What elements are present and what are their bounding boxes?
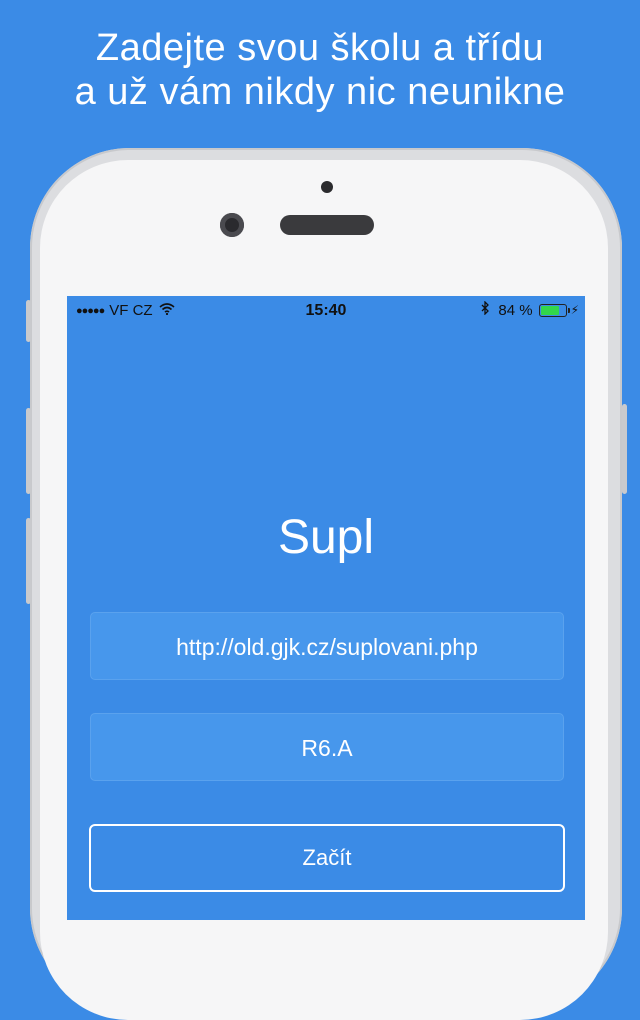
promo-line-2: a už vám nikdy nic neunikne <box>74 71 566 113</box>
volume-down-button <box>26 518 31 604</box>
charging-bolt-icon: ⚡ <box>570 303 579 317</box>
promo-line-1: Zadejte svou školu a třídu <box>95 27 545 69</box>
battery-cap <box>567 307 570 313</box>
power-button <box>622 404 627 494</box>
status-right: 84 % ⚡ <box>481 300 579 319</box>
volume-up-button <box>26 408 31 494</box>
battery-percentage: 84 % <box>498 301 533 319</box>
earpiece-speaker <box>280 215 374 235</box>
start-button[interactable]: Začít <box>89 824 565 892</box>
front-camera-icon <box>220 213 244 237</box>
battery-icon <box>538 303 570 317</box>
bluetooth-icon <box>481 300 490 319</box>
promo-headline: Zadejte svou školu a třídu a už vám nikd… <box>0 26 640 114</box>
mute-switch <box>26 300 31 342</box>
proximity-sensor <box>321 181 333 193</box>
school-url-input[interactable]: http://old.gjk.cz/suplovani.php <box>90 612 564 680</box>
battery-level-fill <box>540 305 559 315</box>
phone-screen: ●●●●● VF CZ 15:40 84 % ⚡ Supl http://old… <box>67 296 585 920</box>
status-bar: ●●●●● VF CZ 15:40 84 % ⚡ <box>67 296 585 324</box>
class-input[interactable]: R6.A <box>90 713 564 781</box>
app-title: Supl <box>277 511 375 564</box>
